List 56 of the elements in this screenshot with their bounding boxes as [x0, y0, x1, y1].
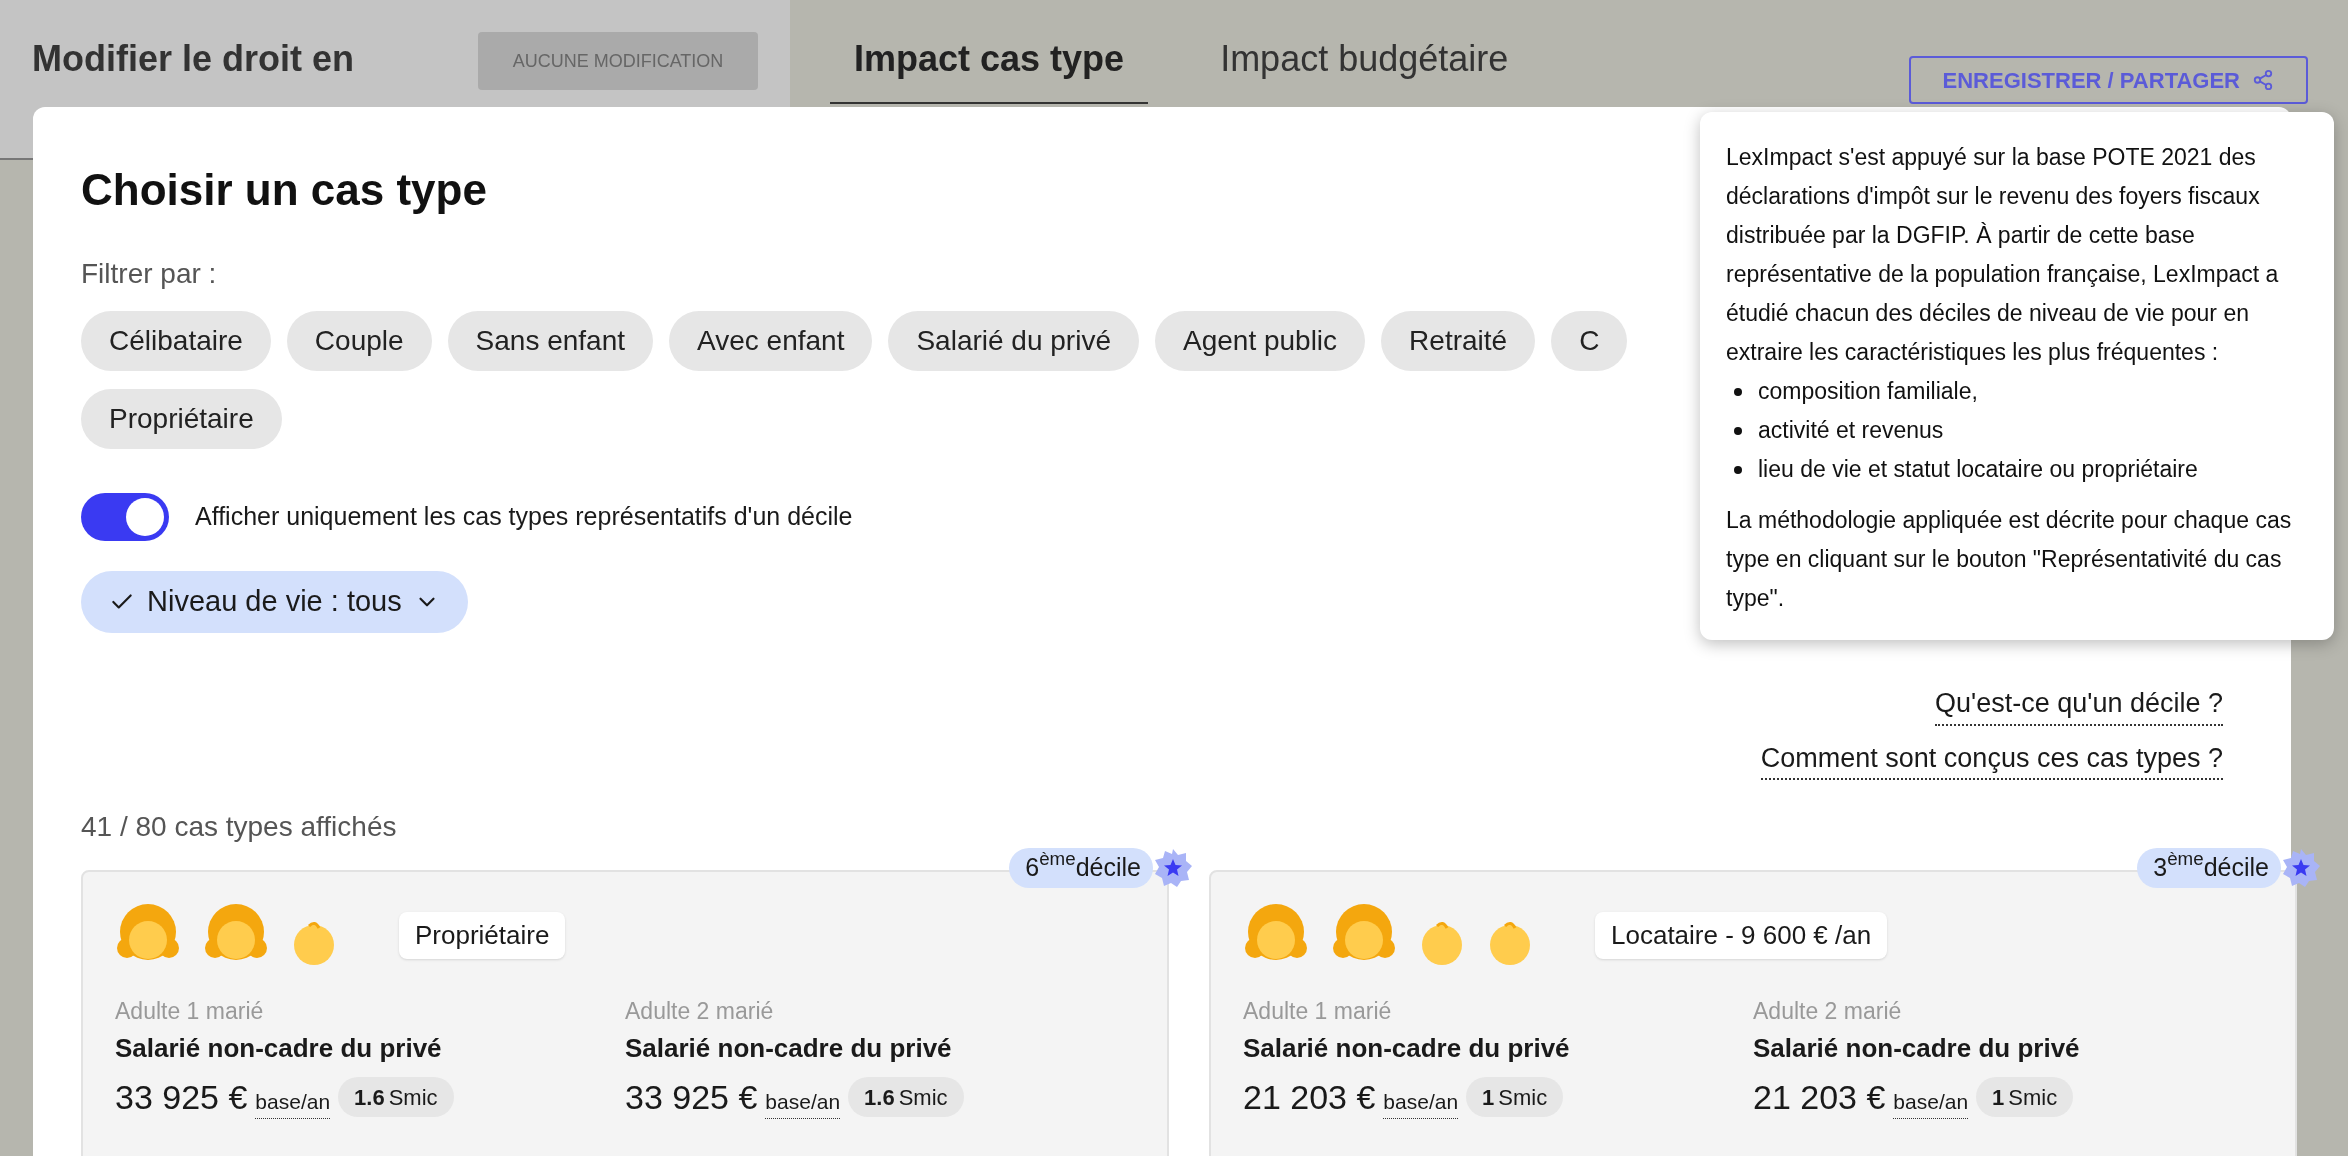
filter-chip[interactable]: C: [1551, 311, 1628, 371]
bullet-icon: [1734, 387, 1742, 396]
adult-status: Salarié non-cadre du privé: [1753, 1031, 2081, 1065]
adult-role: Adulte 1 marié: [1243, 997, 1393, 1026]
adult-status: Salarié non-cadre du privé: [625, 1031, 953, 1065]
tooltip-list-item: composition familiale,: [1758, 377, 1978, 406]
income-amount: 21 203 €: [1243, 1076, 1376, 1118]
toggle-switch[interactable]: [81, 493, 169, 541]
decile-badge: 6$^{ème}$décile: [1009, 848, 1153, 888]
filter-chip[interactable]: Célibataire: [81, 311, 271, 371]
income-amount: 21 203 €: [1753, 1076, 1886, 1118]
filter-chip[interactable]: Avec enfant: [669, 311, 873, 371]
tooltip-list-item: lieu de vie et statut locataire ou propriétaire: [1758, 455, 2198, 484]
filter-chip[interactable]: Couple: [286, 311, 432, 371]
tooltip-list-item: activité et revenus: [1758, 416, 1944, 445]
baby-icon: [291, 920, 337, 966]
adult-status: Salarié non-cadre du privé: [115, 1031, 443, 1065]
toggle-label: Afficher uniquement les cas types représentatifs d'un décile: [195, 501, 853, 533]
smic-badge: 1 Smic: [1466, 1077, 1564, 1117]
modal-title: Choisir un cas type: [81, 164, 487, 216]
income-unit: base/an: [1383, 1086, 1459, 1119]
tooltip-text: La méthodologie appliquée est décrite pour chaque cas type en cliquant sur le bouton "Représentativité du cas type".: [1726, 506, 2293, 613]
help-link[interactable]: Comment sont conçus ces cas types ?: [1760, 737, 2223, 780]
help-link[interactable]: Qu'est-ce qu'un décile ?: [1935, 683, 2223, 726]
filter-chip[interactable]: Retraité: [1381, 311, 1536, 371]
decile-badge: 3$^{ème}$décile: [2137, 848, 2281, 888]
share-icon: [2252, 69, 2274, 91]
filter-chip[interactable]: Agent public: [1155, 311, 1366, 371]
bullet-icon: [1734, 426, 1742, 435]
adult-role: Adulte 1 marié: [115, 997, 265, 1026]
baby-icon: [1419, 920, 1465, 966]
adult-role: Adulte 2 marié: [625, 997, 775, 1026]
income-unit: base/an: [255, 1086, 331, 1119]
baby-icon: [1487, 920, 1533, 966]
income-unit: base/an: [1893, 1086, 1969, 1119]
filter-chip[interactable]: Salarié du privé: [888, 311, 1139, 371]
bullet-icon: [1734, 465, 1742, 474]
tab[interactable]: Impact cas type: [830, 32, 1149, 104]
smic-badge: 1.6 Smic: [338, 1077, 454, 1117]
income-unit: base/an: [765, 1086, 841, 1119]
smic-badge: 1.6 Smic: [848, 1077, 964, 1117]
filter-label: Filtrer par :: [81, 257, 217, 291]
level-dropdown[interactable]: Niveau de vie : tous: [81, 571, 468, 633]
adult-role: Adulte 2 marié: [1753, 997, 1903, 1026]
filter-chip[interactable]: Sans enfant: [447, 311, 654, 371]
income-amount: 33 925 €: [625, 1076, 758, 1118]
result-count: 41 / 80 cas types affichés: [81, 810, 397, 844]
adult-status: Salarié non-cadre du privé: [1243, 1031, 1571, 1065]
income-amount: 33 925 €: [115, 1076, 248, 1118]
filter-chip[interactable]: Propriétaire: [81, 389, 282, 449]
page-title: Modifier le droit en: [32, 37, 354, 81]
smic-badge: 1 Smic: [1976, 1077, 2074, 1117]
housing-tag: Locataire - 9 600 € /an: [1595, 911, 1888, 959]
housing-tag: Propriétaire: [399, 911, 566, 959]
tooltip-text: LexImpact s'est appuyé sur la base POTE 2021 des déclarations d'impôt sur le revenu des foyers fiscaux distribuée par la DGFIP. À partir de cette base représentative de la population française, LexImpact a étudié chacun des déciles de niveau de vie pour en extraire les caractéristiques les plus fréquentes :: [1726, 143, 2280, 367]
tab[interactable]: Impact budgétaire: [1196, 32, 1533, 102]
